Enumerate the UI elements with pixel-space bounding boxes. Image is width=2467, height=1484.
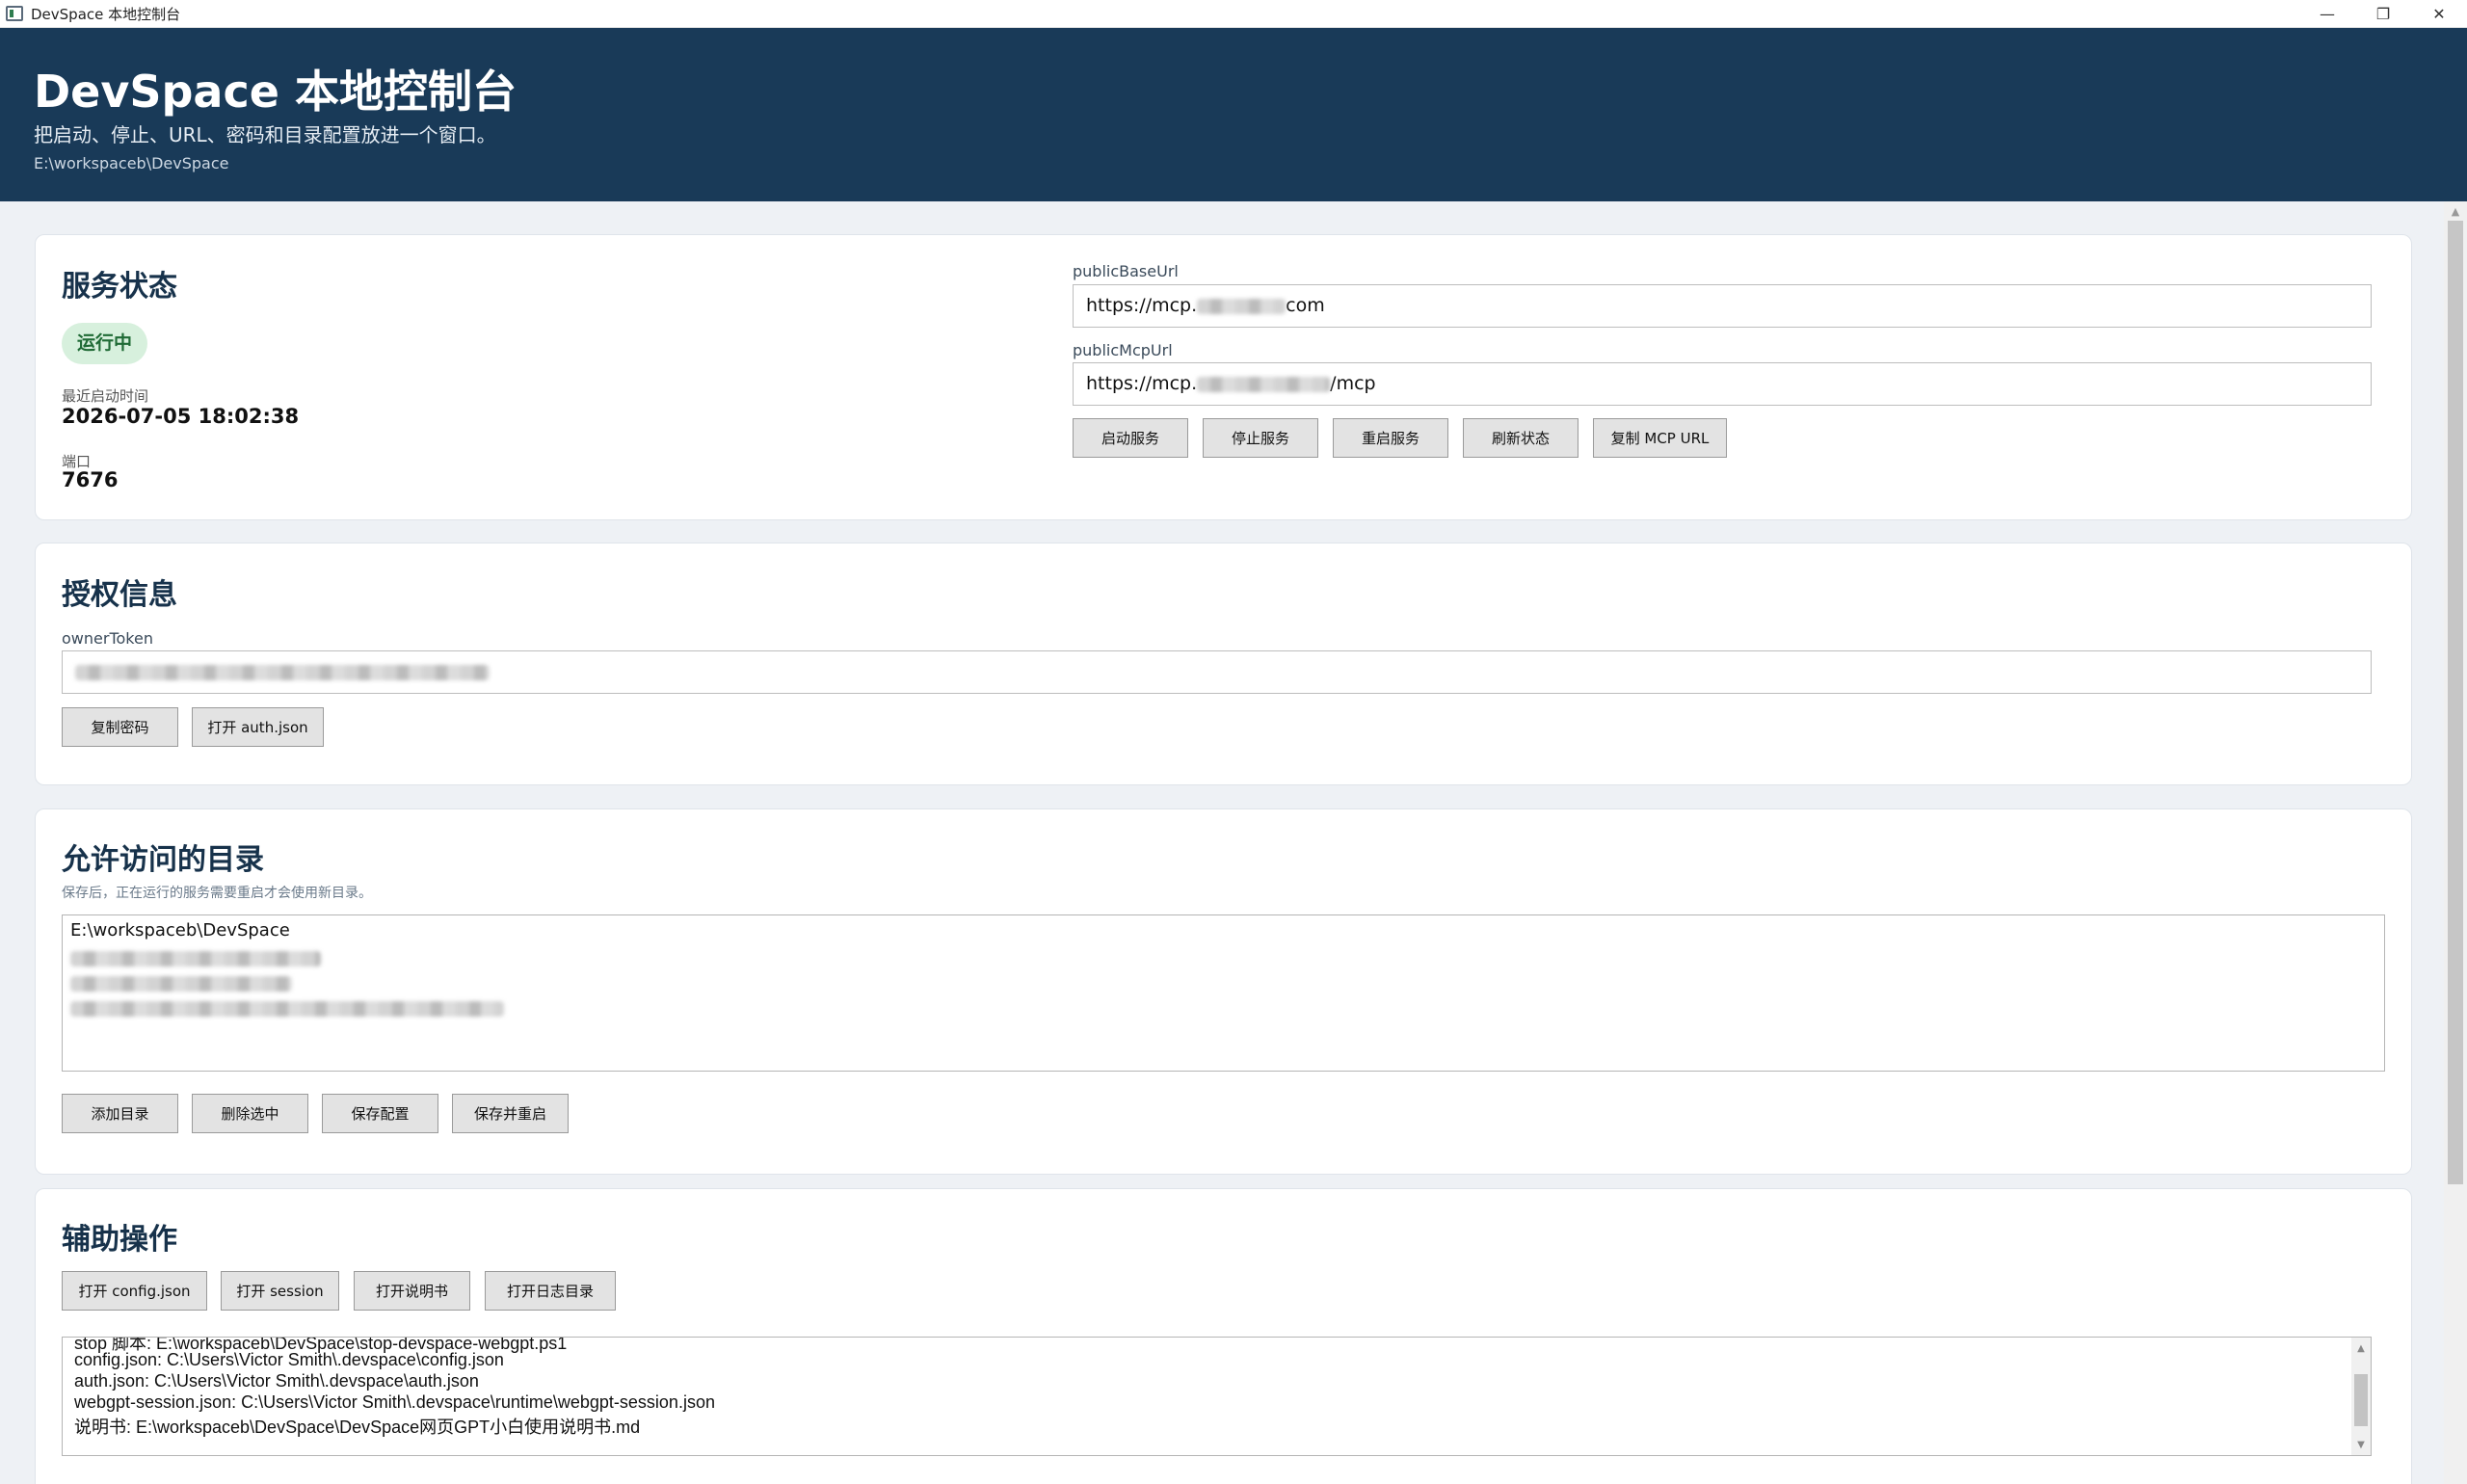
last-start-value: 2026-07-05 18:02:38 [62,405,300,428]
log-scroll-thumb[interactable] [2354,1374,2368,1426]
aux-actions-title: 辅助操作 [62,1223,177,1257]
open-session-button[interactable]: 打开 session [221,1271,339,1311]
stop-service-button[interactable]: 停止服务 [1203,418,1318,458]
save-and-restart-button[interactable]: 保存并重启 [452,1094,569,1133]
page-title: DevSpace 本地控制台 [34,66,517,118]
service-status-title: 服务状态 [62,270,177,304]
copy-password-button[interactable]: 复制密码 [62,707,178,747]
window-titlebar: DevSpace 本地控制台 — ❐ ✕ [0,0,2467,28]
allowed-dirs-card: 允许访问的目录 保存后，正在运行的服务需要重启才会使用新目录。 E:\works… [35,808,2412,1175]
public-mcp-url-suffix: /mcp [1330,373,1376,394]
aux-actions-card: 辅助操作 打开 config.json 打开 session 打开说明书 打开日… [35,1188,2412,1484]
redacted-domain [1197,298,1287,314]
public-mcp-url-field[interactable]: https://mcp. /mcp [1073,362,2372,406]
remove-selected-button[interactable]: 删除选中 [192,1094,308,1133]
restart-service-button[interactable]: 重启服务 [1333,418,1448,458]
page-subtitle: 把启动、停止、URL、密码和目录配置放进一个窗口。 [34,123,496,146]
last-start-label: 最近启动时间 [62,387,149,405]
open-config-json-button[interactable]: 打开 config.json [62,1271,207,1311]
log-line: 说明书: E:\workspaceb\DevSpace\DevSpace网页GP… [74,1418,641,1437]
status-badge: 运行中 [62,323,148,364]
minimize-icon[interactable]: — [2299,0,2355,28]
redacted-token [75,664,490,680]
allowed-dirs-list[interactable]: E:\workspaceb\DevSpace [62,914,2385,1072]
redacted-domain [1197,376,1331,392]
open-auth-json-button[interactable]: 打开 auth.json [192,707,324,747]
open-manual-button[interactable]: 打开说明书 [354,1271,470,1311]
auth-info-title: 授权信息 [62,578,177,612]
service-status-card: 服务状态 运行中 最近启动时间 2026-07-05 18:02:38 端口 7… [35,234,2412,520]
save-config-button[interactable]: 保存配置 [322,1094,438,1133]
main-scroll-thumb[interactable] [2448,221,2463,1184]
scroll-up-icon[interactable]: ▲ [2444,201,2467,221]
app-icon [6,6,23,21]
copy-mcp-url-button[interactable]: 复制 MCP URL [1593,418,1727,458]
window-controls: — ❐ ✕ [2299,0,2467,28]
public-base-url-prefix: https://mcp. [1086,295,1198,316]
window-title: DevSpace 本地控制台 [31,5,181,23]
app-header: DevSpace 本地控制台 把启动、停止、URL、密码和目录配置放进一个窗口。… [0,28,2467,201]
auth-info-card: 授权信息 ownerToken 复制密码 打开 auth.json [35,543,2412,785]
scroll-up-icon[interactable]: ▲ [2351,1339,2371,1357]
port-value: 7676 [62,468,119,491]
public-base-url-label: publicBaseUrl [1073,262,1179,280]
owner-token-field[interactable] [62,650,2372,694]
log-line: config.json: C:\Users\Victor Smith\.devs… [74,1350,504,1369]
refresh-status-button[interactable]: 刷新状态 [1463,418,1578,458]
allowed-dirs-title: 允许访问的目录 [62,843,264,877]
workspace-path: E:\workspaceb\DevSpace [34,154,229,172]
log-line: webgpt-session.json: C:\Users\Victor Smi… [74,1392,715,1412]
redacted-list-item [70,973,292,992]
open-log-dir-button[interactable]: 打开日志目录 [485,1271,616,1311]
main-content: 服务状态 运行中 最近启动时间 2026-07-05 18:02:38 端口 7… [0,201,2444,1484]
restore-icon[interactable]: ❐ [2355,0,2411,28]
owner-token-label: ownerToken [62,629,153,648]
public-mcp-url-label: publicMcpUrl [1073,341,1173,359]
public-base-url-suffix: com [1286,295,1325,316]
start-service-button[interactable]: 启动服务 [1073,418,1188,458]
public-base-url-field[interactable]: https://mcp. com [1073,284,2372,328]
public-mcp-url-prefix: https://mcp. [1086,373,1198,394]
redacted-list-item [70,948,321,967]
main-scrollbar[interactable]: ▲ [2444,201,2467,1484]
redacted-list-item [70,998,504,1017]
list-item[interactable]: E:\workspaceb\DevSpace [70,920,290,941]
log-line: auth.json: C:\Users\Victor Smith\.devspa… [74,1371,479,1391]
close-icon[interactable]: ✕ [2411,0,2467,28]
allowed-dirs-hint: 保存后，正在运行的服务需要重启才会使用新目录。 [62,886,372,901]
info-log-box[interactable]: stop 脚本: E:\workspaceb\DevSpace\stop-dev… [62,1337,2372,1456]
scroll-down-icon[interactable]: ▼ [2351,1436,2371,1453]
add-dir-button[interactable]: 添加目录 [62,1094,178,1133]
log-scrollbar[interactable]: ▲ ▼ [2351,1338,2371,1455]
